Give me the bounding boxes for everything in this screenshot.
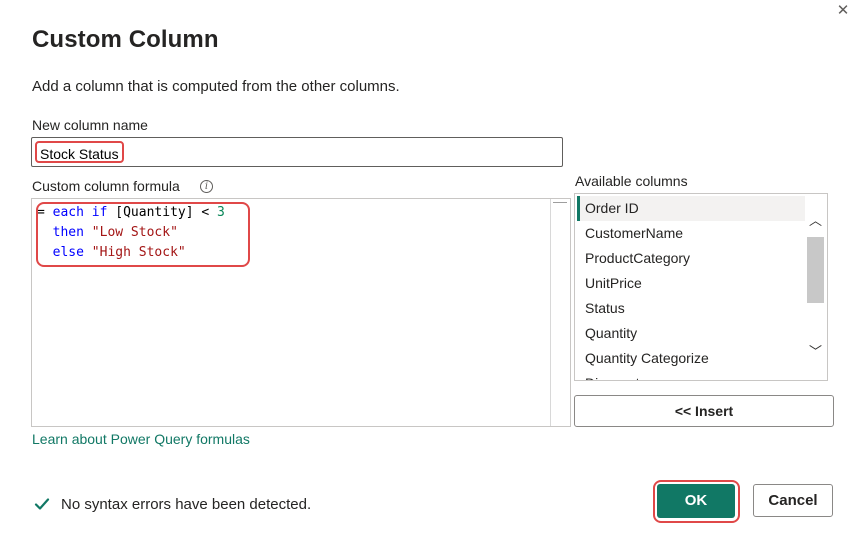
column-list-item[interactable]: CustomerName [577, 221, 805, 246]
column-list-item[interactable]: Quantity [577, 321, 805, 346]
column-list-item[interactable]: ProductCategory [577, 246, 805, 271]
column-name-label: New column name [32, 117, 148, 133]
scroll-up-icon[interactable]: ︿ [807, 212, 824, 230]
learn-power-query-link[interactable]: Learn about Power Query formulas [32, 431, 250, 447]
insert-button[interactable]: << Insert [574, 395, 834, 427]
columns-scrollbar-thumb[interactable] [807, 237, 824, 303]
close-icon: ✕ [836, 2, 850, 19]
available-columns-list[interactable]: Order ID CustomerName ProductCategory UnitP… [574, 193, 828, 381]
column-name-value: Stock Status [35, 141, 124, 163]
available-columns-label: Available columns [575, 173, 688, 189]
column-name-input[interactable]: Stock Status [31, 137, 563, 167]
column-list-item[interactable]: Discount [577, 371, 805, 380]
editor-scroll-marker [553, 202, 567, 203]
scroll-down-icon[interactable]: ﹀ [807, 343, 824, 361]
column-list-item[interactable]: Status [577, 296, 805, 321]
ok-button[interactable]: OK [657, 484, 735, 518]
checkmark-icon [34, 498, 50, 510]
dialog-subtitle: Add a column that is computed from the o… [32, 78, 400, 95]
formula-label: Custom column formula [32, 178, 180, 194]
column-list-item[interactable]: UnitPrice [577, 271, 805, 296]
dialog-title: Custom Column [32, 26, 219, 53]
formula-highlight-box [36, 202, 250, 267]
cancel-button[interactable]: Cancel [753, 484, 833, 517]
close-button[interactable]: ✕ [836, 2, 850, 20]
editor-scrollbar[interactable] [551, 199, 570, 426]
info-icon[interactable]: i [200, 180, 213, 193]
column-list-item[interactable]: Quantity Categorize [577, 346, 805, 371]
syntax-status: No syntax errors have been detected. [61, 496, 312, 513]
column-list-item[interactable]: Order ID [577, 196, 805, 221]
